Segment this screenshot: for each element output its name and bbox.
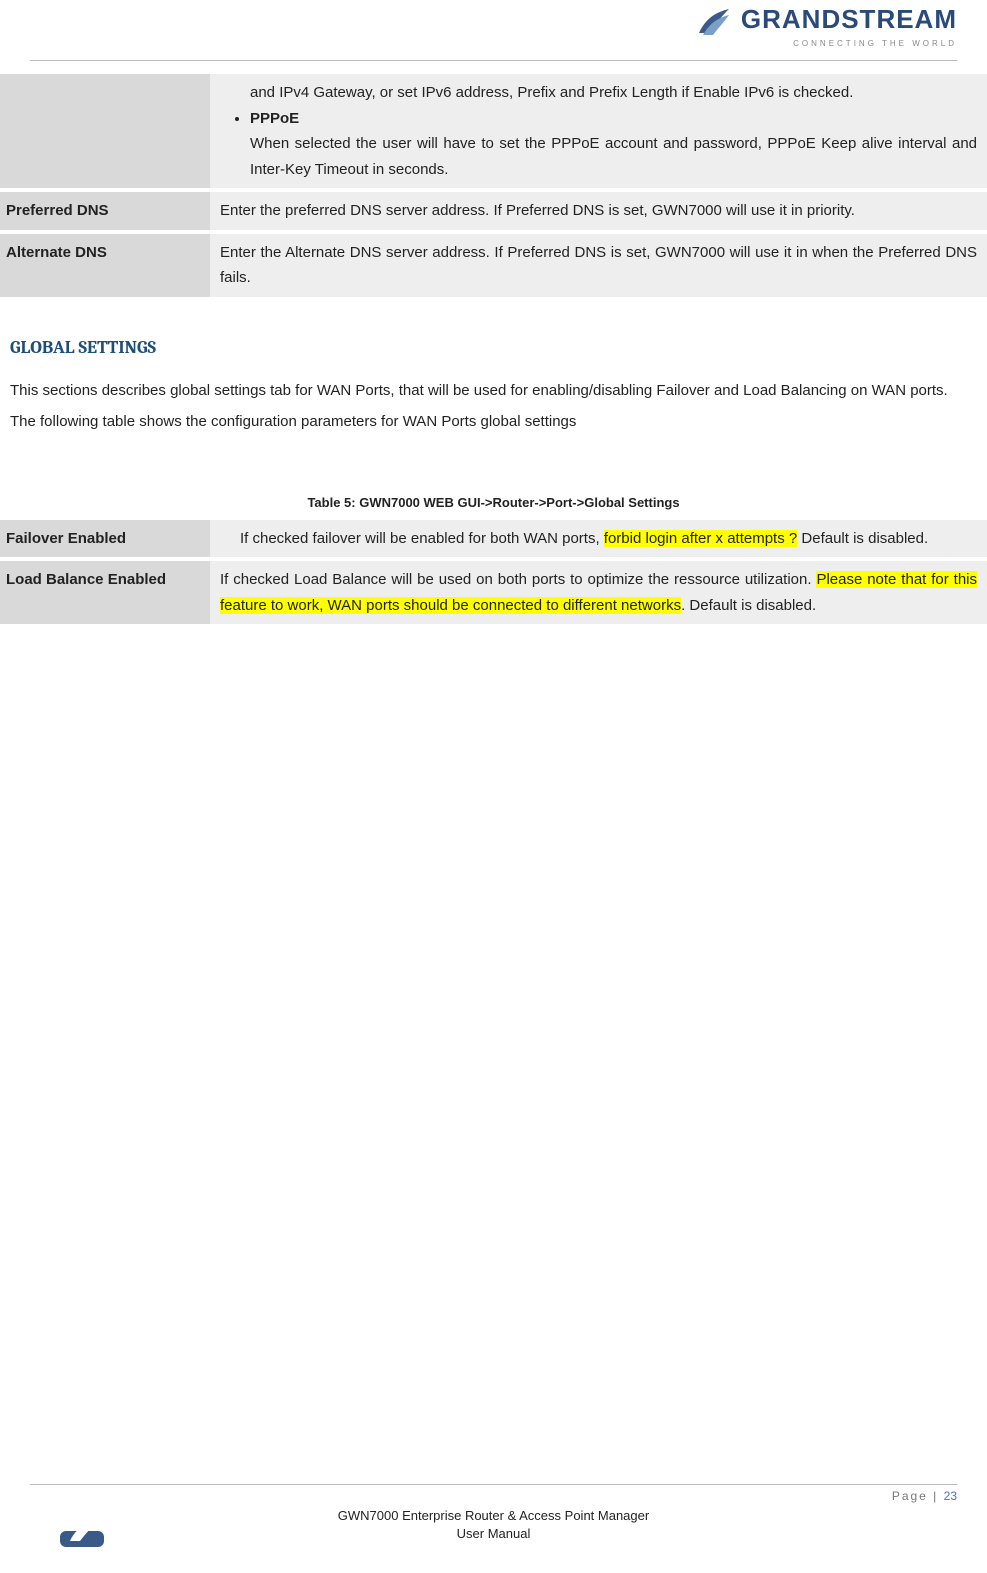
table-row: Failover Enabled If checked failover wil… [0, 518, 987, 560]
config-row-label [0, 72, 210, 190]
desc-text: If checked failover will be enabled for … [240, 530, 604, 547]
section-heading-global-settings: GLOBAL SETTINGS [10, 337, 987, 358]
header-divider [30, 60, 957, 61]
desc-text: If checked Load Balance will be used on … [220, 571, 816, 588]
footer-divider [30, 1484, 957, 1485]
config-table-1: and IPv4 Gateway, or set IPv6 address, P… [0, 70, 987, 297]
desc-text: . Default is disabled. [681, 597, 816, 614]
brand-tagline: CONNECTING THE WORLD [697, 40, 957, 48]
page-content: and IPv4 Gateway, or set IPv6 address, P… [0, 70, 987, 624]
bullet-desc: When selected the user will have to set … [250, 131, 977, 182]
footer-title: GWN7000 Enterprise Router & Access Point… [30, 1507, 957, 1543]
desc-text: Default is disabled. [797, 530, 928, 547]
config-row-label: Failover Enabled [0, 518, 210, 560]
config-row-desc: Enter the preferred DNS server address. … [210, 190, 987, 232]
paragraph: The following table shows the configurat… [10, 409, 977, 435]
footer-brand-icon [60, 1507, 104, 1547]
table-caption: Table 5: GWN7000 WEB GUI->Router->Port->… [0, 495, 987, 510]
table-row: Load Balance Enabled If checked Load Bal… [0, 559, 987, 624]
brand-swoosh-icon [697, 9, 731, 40]
config-row-label: Alternate DNS [0, 232, 210, 297]
page-label: Page | [892, 1489, 938, 1503]
page-number-value: 23 [944, 1489, 957, 1503]
highlight-text: forbid login after x attempts ? [604, 530, 797, 547]
config-row-label: Load Balance Enabled [0, 559, 210, 624]
bullet-item: PPPoE When selected the user will have t… [250, 106, 977, 183]
table-row: Alternate DNS Enter the Alternate DNS se… [0, 232, 987, 297]
bullet-title: PPPoE [250, 110, 299, 127]
config-row-label: Preferred DNS [0, 190, 210, 232]
page-footer: Page | 23 GWN7000 Enterprise Router & Ac… [30, 1484, 957, 1543]
table-row: and IPv4 Gateway, or set IPv6 address, P… [0, 72, 987, 190]
page-number: Page | 23 [30, 1489, 957, 1503]
bullet-prev-desc: and IPv4 Gateway, or set IPv6 address, P… [220, 80, 977, 106]
config-row-desc: and IPv4 Gateway, or set IPv6 address, P… [210, 72, 987, 190]
footer-title-line1: GWN7000 Enterprise Router & Access Point… [338, 1508, 649, 1523]
brand-logo: GRANDSTREAM CONNECTING THE WORLD [697, 6, 957, 48]
config-row-desc: If checked Load Balance will be used on … [210, 559, 987, 624]
paragraph: This sections describes global settings … [10, 378, 977, 404]
brand-name: GRANDSTREAM [741, 4, 957, 34]
config-row-desc: Enter the Alternate DNS server address. … [210, 232, 987, 297]
footer-title-line2: User Manual [457, 1526, 531, 1541]
table-row: Preferred DNS Enter the preferred DNS se… [0, 190, 987, 232]
config-table-2: Failover Enabled If checked failover wil… [0, 516, 987, 625]
config-row-desc: If checked failover will be enabled for … [210, 518, 987, 560]
